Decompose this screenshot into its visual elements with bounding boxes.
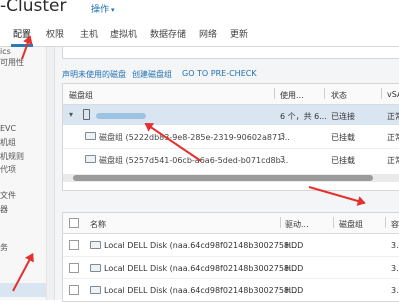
select-all-checkbox[interactable] xyxy=(69,218,79,228)
disk-name: Local DELL Disk (naa.64cd98f02148b300275… xyxy=(104,286,297,295)
splitter[interactable] xyxy=(47,47,55,300)
disk-drive-type: HDD xyxy=(285,264,304,273)
disk-group-name: 磁盘组 (5222db83-9e8-285e-2319-90602a871... xyxy=(99,133,290,142)
disk-row[interactable]: Local DELL Disk (naa.64cd98f02148b300275… xyxy=(63,278,399,300)
col-status[interactable]: 状态 xyxy=(331,90,347,101)
disk-icon xyxy=(90,241,101,249)
col-capacity[interactable]: 容 xyxy=(391,219,399,230)
host-vsan: 正常 xyxy=(387,112,399,121)
disk-group-vsan: 正常 xyxy=(387,133,399,142)
tab-updates[interactable]: 更新 xyxy=(230,27,248,40)
actions-menu-label: 操作 xyxy=(91,5,110,15)
left-nav: ics 可用性 EVC 机组 机规则 代项 文件 器 务 xyxy=(0,47,47,300)
nav-item[interactable]: 代项 xyxy=(0,164,16,175)
redacted-host-name xyxy=(96,111,146,120)
disk-name: Local DELL Disk (naa.64cd98f02148b300275… xyxy=(104,241,297,250)
host-status: 已连接 xyxy=(331,112,355,121)
disk-row[interactable]: Local DELL Disk (naa.64cd98f02148b300275… xyxy=(63,234,399,255)
col-name[interactable]: 名称 xyxy=(90,219,106,230)
create-disk-group-link[interactable]: 创建磁盘组 xyxy=(132,69,172,80)
nav-item[interactable]: ics xyxy=(0,47,11,56)
tab-vms[interactable]: 虚拟机 xyxy=(110,27,137,40)
table-header: 名称 驱动... 磁盘组 容 xyxy=(63,213,399,234)
nav-item[interactable]: 机规则 xyxy=(0,151,24,162)
disk-group-row[interactable]: 磁盘组 (5222db83-9e8-285e-2319-90602a871...… xyxy=(63,126,399,146)
claim-unused-disks-link[interactable]: 声明未使用的磁盘 xyxy=(62,69,126,80)
chevron-down-icon: ▾ xyxy=(111,6,115,14)
disk-drive-type: HDD xyxy=(285,286,304,295)
nav-item[interactable]: 器 xyxy=(0,204,8,215)
disk-group-vsan: 正常 xyxy=(387,156,399,165)
actions-menu[interactable]: 操作 ▾ xyxy=(91,2,115,15)
go-to-precheck-link[interactable]: GO TO PRE-CHECK xyxy=(182,69,257,78)
nav-item[interactable]: 机组 xyxy=(0,137,16,148)
disk-group-status: 已挂载 xyxy=(331,156,355,165)
disk-capacity: 3. xyxy=(391,286,399,295)
column-separator[interactable] xyxy=(381,88,382,99)
disk-icon xyxy=(90,264,101,272)
nav-selected-item[interactable] xyxy=(0,283,46,297)
tab-datastores[interactable]: 数据存储 xyxy=(150,27,186,40)
collapsed-panel-bar xyxy=(62,47,399,59)
column-separator[interactable] xyxy=(333,217,334,228)
disk-groups-table: 磁盘组 使用... 状态 vSA ▾ 6 个，共 6... 已连接 正常 磁盘组… xyxy=(62,83,399,191)
disk-group-icon xyxy=(85,132,96,140)
column-separator[interactable] xyxy=(274,88,275,99)
table-header: 磁盘组 使用... 状态 vSA xyxy=(63,84,399,105)
col-usage[interactable]: 使用... xyxy=(280,90,304,101)
nav-item[interactable]: 文件 xyxy=(0,190,16,201)
column-separator[interactable] xyxy=(280,217,281,228)
disk-name: Local DELL Disk (naa.64cd98f02148b300275… xyxy=(104,264,297,273)
disks-table: 名称 驱动... 磁盘组 容 Local DELL Disk (naa.64cd… xyxy=(62,212,399,302)
disk-group-usage: 3 xyxy=(280,155,286,164)
tab-hosts[interactable]: 主机 xyxy=(80,27,98,40)
row-checkbox[interactable] xyxy=(69,240,79,250)
col-disk-group[interactable]: 磁盘组 xyxy=(69,90,93,101)
tab-permissions[interactable]: 权限 xyxy=(46,27,64,40)
nav-item[interactable]: EVC xyxy=(0,124,16,133)
disk-icon xyxy=(90,286,101,294)
disk-capacity: 3. xyxy=(391,264,399,273)
disk-group-icon xyxy=(85,155,96,163)
disk-row[interactable]: Local DELL Disk (naa.64cd98f02148b300275… xyxy=(63,256,399,278)
tab-networks[interactable]: 网络 xyxy=(199,27,217,40)
col-drive-type[interactable]: 驱动... xyxy=(285,219,309,230)
host-usage: 6 个，共 6... xyxy=(280,112,327,121)
scrollbar-thumb[interactable] xyxy=(73,175,373,181)
disk-group-row[interactable]: 磁盘组 (5257d541-06cb-a6a6-5ded-b071cd8b...… xyxy=(63,148,399,169)
col-disk-group[interactable]: 磁盘组 xyxy=(339,219,363,230)
disk-drive-type: HDD xyxy=(285,241,304,250)
row-checkbox[interactable] xyxy=(69,285,79,295)
cluster-title: -Cluster xyxy=(0,0,67,16)
column-separator[interactable] xyxy=(385,217,386,228)
host-icon xyxy=(83,109,90,120)
disk-group-usage: 3 xyxy=(280,132,286,141)
col-vsan[interactable]: vSA xyxy=(387,90,399,99)
tab-bar: 配置 权限 主机 虚拟机 数据存储 网络 更新 xyxy=(0,20,399,47)
column-separator[interactable] xyxy=(324,88,325,99)
horizontal-scrollbar[interactable] xyxy=(63,174,399,182)
disk-group-status: 已挂载 xyxy=(331,133,355,142)
host-row[interactable]: ▾ 6 个，共 6... 已连接 正常 xyxy=(63,105,399,125)
row-checkbox[interactable] xyxy=(69,263,79,273)
nav-item[interactable]: 务 xyxy=(0,242,8,253)
chevron-down-icon[interactable]: ▾ xyxy=(69,110,73,119)
disk-capacity: 3. xyxy=(391,241,399,250)
